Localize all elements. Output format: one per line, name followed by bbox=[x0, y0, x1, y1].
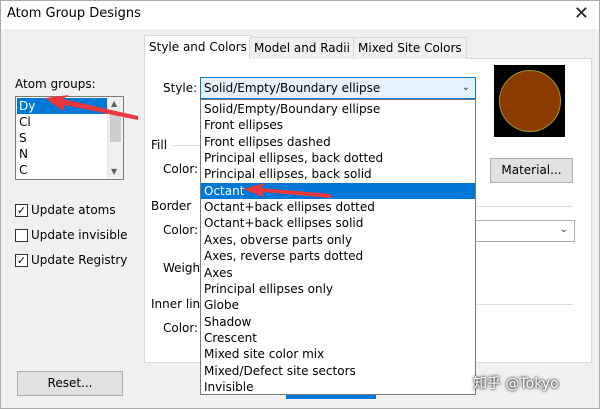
inner-color-label: Color: bbox=[163, 321, 199, 335]
inner-lines-divider bbox=[477, 304, 573, 305]
scroll-thumb[interactable] bbox=[110, 114, 121, 142]
style-option[interactable]: Axes bbox=[201, 265, 475, 281]
close-icon[interactable]: ✕ bbox=[574, 3, 589, 25]
style-option[interactable]: Mixed/Defect site sectors bbox=[201, 363, 475, 379]
window-title: Atom Group Designs bbox=[7, 6, 141, 21]
material-button[interactable]: Material... bbox=[490, 158, 573, 183]
list-item[interactable]: S bbox=[17, 130, 107, 146]
update-registry-checkbox[interactable]: ✓ bbox=[15, 254, 28, 267]
dialog-window: Atom Group Designs ✕ Atom groups: Dy Cl … bbox=[0, 0, 600, 409]
style-select-value: Solid/Empty/Boundary ellipse bbox=[204, 81, 381, 95]
style-option[interactable]: Octant+back ellipses solid bbox=[201, 215, 475, 231]
tab-style-and-colors[interactable]: Style and Colors bbox=[144, 35, 252, 59]
ok-button-edge[interactable] bbox=[286, 395, 376, 399]
style-option[interactable]: Axes, reverse parts dotted bbox=[201, 248, 475, 264]
scroll-down-icon[interactable]: ▼ bbox=[111, 167, 117, 176]
style-dropdown-list[interactable]: Solid/Empty/Boundary ellipse Front ellips… bbox=[200, 99, 476, 395]
style-option[interactable]: Solid/Empty/Boundary ellipse bbox=[201, 101, 475, 117]
fill-section-label: Fill bbox=[151, 138, 168, 152]
atom-groups-label: Atom groups: bbox=[15, 77, 96, 91]
style-option[interactable]: Octant+back ellipses dotted bbox=[201, 199, 475, 215]
style-select[interactable]: Solid/Empty/Boundary ellipse ⌄ bbox=[200, 77, 476, 99]
chevron-down-icon[interactable]: ⌄ bbox=[560, 224, 568, 235]
list-item[interactable]: C bbox=[17, 162, 107, 178]
update-atoms-checkbox[interactable]: ✓ bbox=[15, 204, 28, 217]
border-color-label: Color: bbox=[163, 223, 199, 237]
list-scrollbar[interactable]: ▲ ▼ bbox=[107, 97, 123, 179]
fill-color-label: Color: bbox=[163, 162, 199, 176]
title-bar: Atom Group Designs ✕ bbox=[1, 1, 599, 29]
style-option[interactable]: Front ellipses bbox=[201, 117, 475, 133]
style-option[interactable]: Crescent bbox=[201, 330, 475, 346]
style-option[interactable]: Principal ellipses, back solid bbox=[201, 166, 475, 182]
scroll-up-icon[interactable]: ▲ bbox=[111, 99, 117, 108]
list-item[interactable]: Dy bbox=[17, 98, 107, 114]
tab-model-and-radii[interactable]: Model and Radii bbox=[249, 37, 355, 59]
update-invisible-label: Update invisible bbox=[31, 228, 128, 242]
tab-mixed-site-colors[interactable]: Mixed Site Colors bbox=[353, 37, 467, 59]
reset-button[interactable]: Reset... bbox=[17, 371, 123, 396]
style-option[interactable]: Invisible bbox=[201, 379, 475, 395]
fill-divider bbox=[173, 145, 201, 146]
atom-preview bbox=[494, 65, 565, 137]
update-invisible-checkbox[interactable] bbox=[15, 229, 28, 242]
style-label: Style: bbox=[163, 81, 198, 95]
list-item[interactable]: N bbox=[17, 146, 107, 162]
border-divider bbox=[477, 206, 573, 207]
style-option[interactable]: Front ellipses dashed bbox=[201, 134, 475, 150]
atom-groups-list[interactable]: Dy Cl S N C ▲ ▼ bbox=[15, 96, 124, 180]
atom-ball bbox=[499, 70, 561, 132]
style-option[interactable]: Principal ellipses only bbox=[201, 281, 475, 297]
watermark: 知乎 @Tokyo bbox=[473, 376, 559, 392]
style-option[interactable]: Axes, obverse parts only bbox=[201, 232, 475, 248]
update-registry-label: Update Registry bbox=[31, 253, 128, 267]
border-color-select[interactable]: ⌄ bbox=[475, 220, 575, 242]
style-option[interactable]: Shadow bbox=[201, 314, 475, 330]
update-atoms-label: Update atoms bbox=[31, 203, 116, 217]
style-option[interactable]: Mixed site color mix bbox=[201, 346, 475, 362]
list-item[interactable]: Cl bbox=[17, 114, 107, 130]
style-option[interactable]: Globe bbox=[201, 297, 475, 313]
border-weight-label: Weigh bbox=[163, 261, 201, 275]
style-option[interactable]: Octant bbox=[201, 182, 475, 199]
style-option[interactable]: Principal ellipses, back dotted bbox=[201, 150, 475, 166]
border-section-label: Border bbox=[151, 199, 192, 213]
chevron-down-icon[interactable]: ⌄ bbox=[462, 78, 470, 98]
